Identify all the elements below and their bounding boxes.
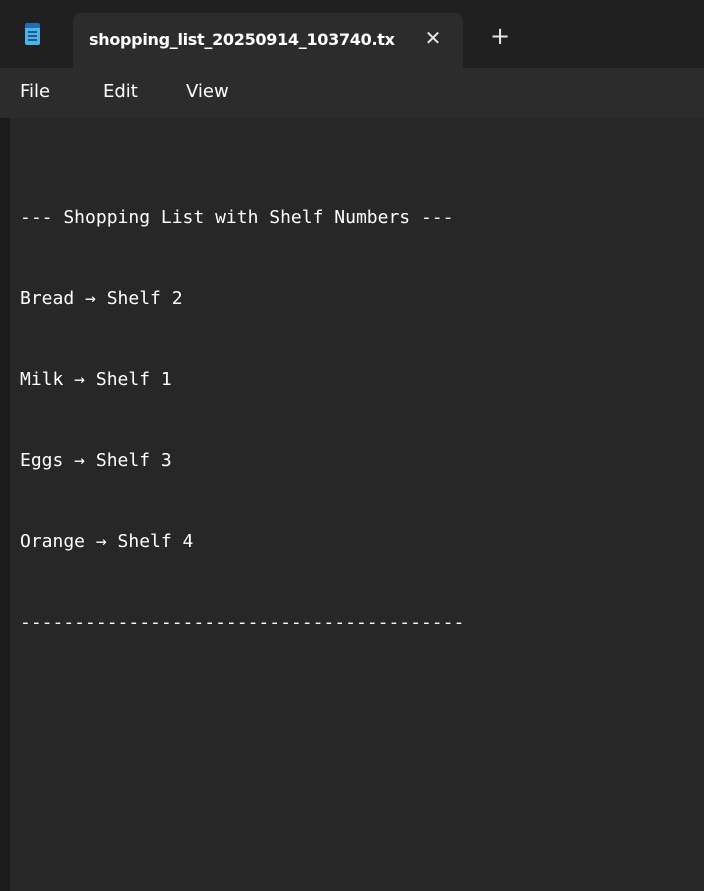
tab-title: shopping_list_20250914_103740.tx xyxy=(89,30,395,49)
notepad-icon xyxy=(25,23,40,45)
text-editor[interactable]: --- Shopping List with Shelf Numbers ---… xyxy=(10,118,704,891)
menu-edit[interactable]: Edit xyxy=(103,81,138,102)
tab-shopping-list[interactable]: shopping_list_20250914_103740.tx ✕ xyxy=(73,13,463,68)
text-line: Eggs → Shelf 3 xyxy=(20,450,172,471)
text-line: --- Shopping List with Shelf Numbers --- xyxy=(20,207,454,228)
title-bar: shopping_list_20250914_103740.tx ✕ + xyxy=(0,0,704,68)
text-line: ----------------------------------------… xyxy=(20,612,465,633)
close-icon[interactable]: ✕ xyxy=(419,24,447,52)
text-line: Bread → Shelf 2 xyxy=(20,288,183,309)
plus-icon[interactable]: + xyxy=(486,22,514,50)
menu-bar: File Edit View xyxy=(0,68,704,118)
menu-file[interactable]: File xyxy=(20,81,50,102)
text-line: Orange → Shelf 4 xyxy=(20,531,194,552)
text-line: Milk → Shelf 1 xyxy=(20,369,172,390)
document-text: --- Shopping List with Shelf Numbers ---… xyxy=(20,150,464,690)
menu-view[interactable]: View xyxy=(186,81,229,102)
notepad-window: shopping_list_20250914_103740.tx ✕ + Fil… xyxy=(0,0,704,891)
